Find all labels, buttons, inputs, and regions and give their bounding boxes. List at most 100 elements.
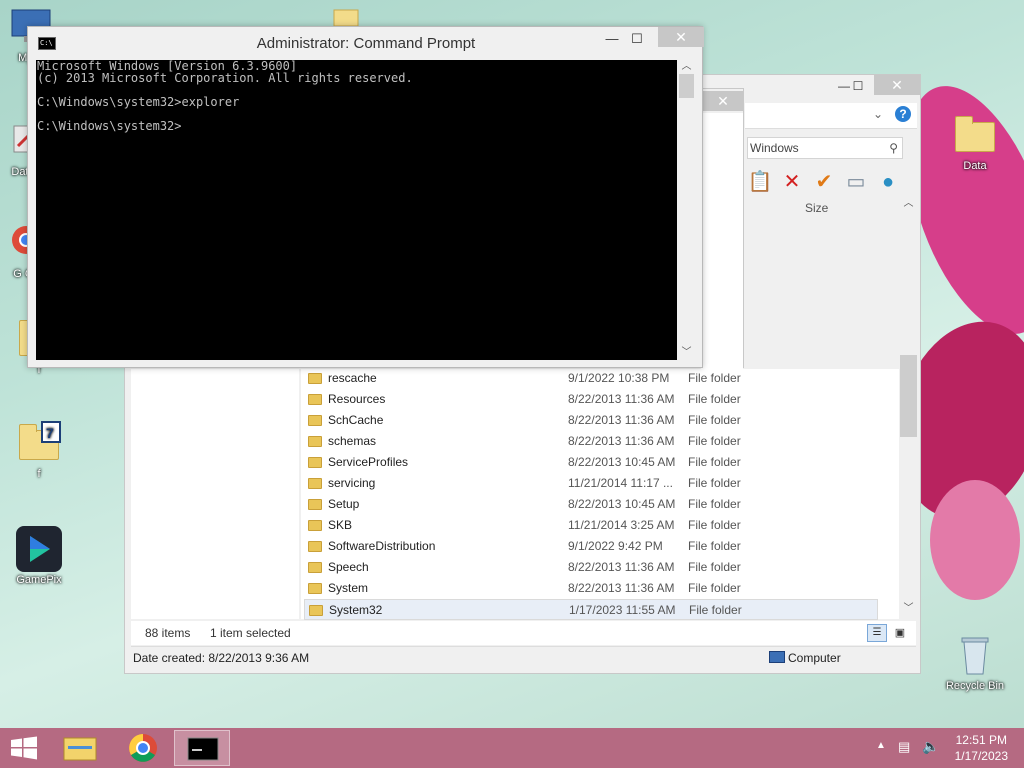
folder-icon xyxy=(308,478,322,489)
minimize-button[interactable]: — xyxy=(598,29,626,49)
folder-icon xyxy=(308,415,322,426)
ribbon-collapse-row: ⌄ ? xyxy=(745,103,917,129)
close-button[interactable]: ✕ xyxy=(874,75,920,95)
delete-icon[interactable]: ✕ xyxy=(779,169,805,195)
large-icons-view-icon[interactable]: ▣ xyxy=(891,624,909,642)
volume-icon[interactable]: 🔈 xyxy=(922,738,939,755)
properties-icon[interactable]: ● xyxy=(875,169,901,195)
windows-logo-icon xyxy=(11,736,37,760)
desktop-icon-folder-7z[interactable]: 7 f xyxy=(8,420,70,480)
table-row[interactable]: servicing 11/21/2014 11:17 ... File folder xyxy=(304,473,878,494)
vertical-scrollbar[interactable]: ︿ ﹀ xyxy=(900,195,917,617)
folder-icon xyxy=(952,112,998,158)
table-row[interactable]: Speech 8/22/2013 11:36 AM File folder xyxy=(304,557,878,578)
desktop-icon-recycle-bin[interactable]: Recycle Bin xyxy=(944,632,1006,692)
search-input[interactable]: Windows ⚲ xyxy=(747,137,903,159)
scroll-up-arrow[interactable]: ︿ xyxy=(900,195,917,212)
folder-icon xyxy=(308,394,322,405)
table-row[interactable]: SchCache 8/22/2013 11:36 AM File folder xyxy=(304,410,878,431)
background-window[interactable]: ✕ xyxy=(700,88,744,369)
column-header-size[interactable]: Size xyxy=(805,201,828,215)
folder-icon xyxy=(308,520,322,531)
scroll-up-arrow[interactable]: ︿ xyxy=(678,60,695,74)
desktop-icon-label: Data xyxy=(963,160,987,172)
table-row[interactable]: Setup 8/22/2013 10:45 AM File folder xyxy=(304,494,878,515)
clock-date: 1/17/2023 xyxy=(954,749,1008,763)
folder-icon xyxy=(308,457,322,468)
desktop-icon-partial[interactable] xyxy=(330,6,362,27)
console-line: (c) 2013 Microsoft Corporation. All righ… xyxy=(37,71,413,85)
vertical-scrollbar[interactable]: ︿ ﹀ xyxy=(678,60,695,360)
scroll-down-arrow[interactable]: ﹀ xyxy=(678,346,695,360)
table-row[interactable]: System 8/22/2013 11:36 AM File folder xyxy=(304,578,878,599)
chrome-icon xyxy=(129,734,157,762)
status-bar: 88 items 1 item selected ☰ ▣ xyxy=(131,621,916,645)
console-line: C:\Windows\system32> xyxy=(37,119,182,133)
table-row-selected[interactable]: System32 1/17/2023 11:55 AM File folder xyxy=(304,599,878,620)
cmd-icon xyxy=(187,737,219,761)
taskbar: ▲ ▤ 🔈 12:51 PM 1/17/2023 xyxy=(0,728,1024,768)
maximize-button[interactable]: ☐ xyxy=(845,77,871,95)
folder-icon xyxy=(308,583,322,594)
folder-icon xyxy=(308,562,322,573)
taskbar-command-prompt[interactable] xyxy=(174,730,230,766)
scroll-down-arrow[interactable]: ﹀ xyxy=(900,600,917,617)
show-hidden-icons-icon[interactable]: ▲ xyxy=(876,740,886,751)
folder-icon xyxy=(308,499,322,510)
clock[interactable]: 12:51 PM 1/17/2023 xyxy=(955,732,1008,764)
ribbon-toolbar: 📋 ✕ ✔ ▭ ● xyxy=(747,169,901,195)
console-output[interactable]: Microsoft Windows [Version 6.3.9600] (c) … xyxy=(36,60,677,360)
table-row[interactable]: rescache 9/1/2022 10:38 PM File folder xyxy=(304,368,878,389)
folder-icon xyxy=(308,436,322,447)
computer-icon xyxy=(769,651,785,663)
item-count: 88 items xyxy=(145,626,191,640)
folder-icon xyxy=(308,373,322,384)
scroll-thumb[interactable] xyxy=(900,355,917,437)
desktop-icon-label: f xyxy=(37,468,41,480)
window-pane xyxy=(701,113,743,369)
chevron-down-icon[interactable]: ⌄ xyxy=(873,107,883,121)
folder-icon xyxy=(308,541,322,552)
folder-icon xyxy=(309,605,323,616)
file-explorer-icon xyxy=(63,737,97,761)
scroll-thumb[interactable] xyxy=(679,74,694,98)
gamepix-icon xyxy=(16,526,62,572)
table-row[interactable]: SKB 11/21/2014 3:25 AM File folder xyxy=(304,515,878,536)
maximize-button[interactable]: ☐ xyxy=(623,29,651,49)
desktop-icon-gamepix[interactable]: GamePix xyxy=(8,526,70,586)
console-line: C:\Windows\system32>explorer xyxy=(37,95,240,109)
clipboard-icon[interactable]: 📋 xyxy=(747,169,773,195)
close-button[interactable]: ✕ xyxy=(703,91,743,111)
search-icon: ⚲ xyxy=(889,141,898,155)
details-view-icon[interactable]: ☰ xyxy=(867,624,887,642)
recycle-bin-icon xyxy=(952,632,998,678)
taskbar-chrome[interactable] xyxy=(115,730,171,766)
system-tray: ▲ ▤ 🔈 xyxy=(872,728,942,768)
search-text: Windows xyxy=(750,141,799,155)
desktop-icon-label: Recycle Bin xyxy=(945,680,1005,692)
table-row[interactable]: Resources 8/22/2013 11:36 AM File folder xyxy=(304,389,878,410)
command-prompt-window[interactable]: C:\ Administrator: Command Prompt — ☐ ✕ … xyxy=(27,26,704,368)
table-row[interactable]: SoftwareDistribution 9/1/2022 9:42 PM File… xyxy=(304,536,878,557)
clock-time: 12:51 PM xyxy=(955,733,1007,747)
network-icon[interactable]: ▤ xyxy=(898,739,910,755)
location-label: Computer xyxy=(788,651,841,665)
details-bar: Date created: 8/22/2013 9:36 AM Computer xyxy=(131,646,916,668)
help-icon[interactable]: ? xyxy=(895,106,911,122)
selected-count: 1 item selected xyxy=(210,626,291,640)
desktop-icon-label: GamePix xyxy=(16,574,62,586)
table-row[interactable]: schemas 8/22/2013 11:36 AM File folder xyxy=(304,431,878,452)
svg-text:7: 7 xyxy=(46,425,54,441)
close-button[interactable]: ✕ xyxy=(658,27,704,47)
start-button[interactable] xyxy=(0,728,48,768)
title-bar[interactable]: C:\ Administrator: Command Prompt — ☐ ✕ xyxy=(28,27,704,59)
navigation-pane[interactable] xyxy=(131,369,299,619)
date-created: Date created: 8/22/2013 9:36 AM xyxy=(133,651,310,665)
shortcut-icon xyxy=(333,9,359,27)
table-row[interactable]: ServiceProfiles 8/22/2013 10:45 AM File fo… xyxy=(304,452,878,473)
desktop-icon-data-folder[interactable]: Data xyxy=(944,112,1006,172)
checkmark-icon[interactable]: ✔ xyxy=(811,169,837,195)
folder-7z-icon: 7 xyxy=(16,420,62,466)
rename-icon[interactable]: ▭ xyxy=(843,169,869,195)
taskbar-file-explorer[interactable] xyxy=(52,730,108,766)
